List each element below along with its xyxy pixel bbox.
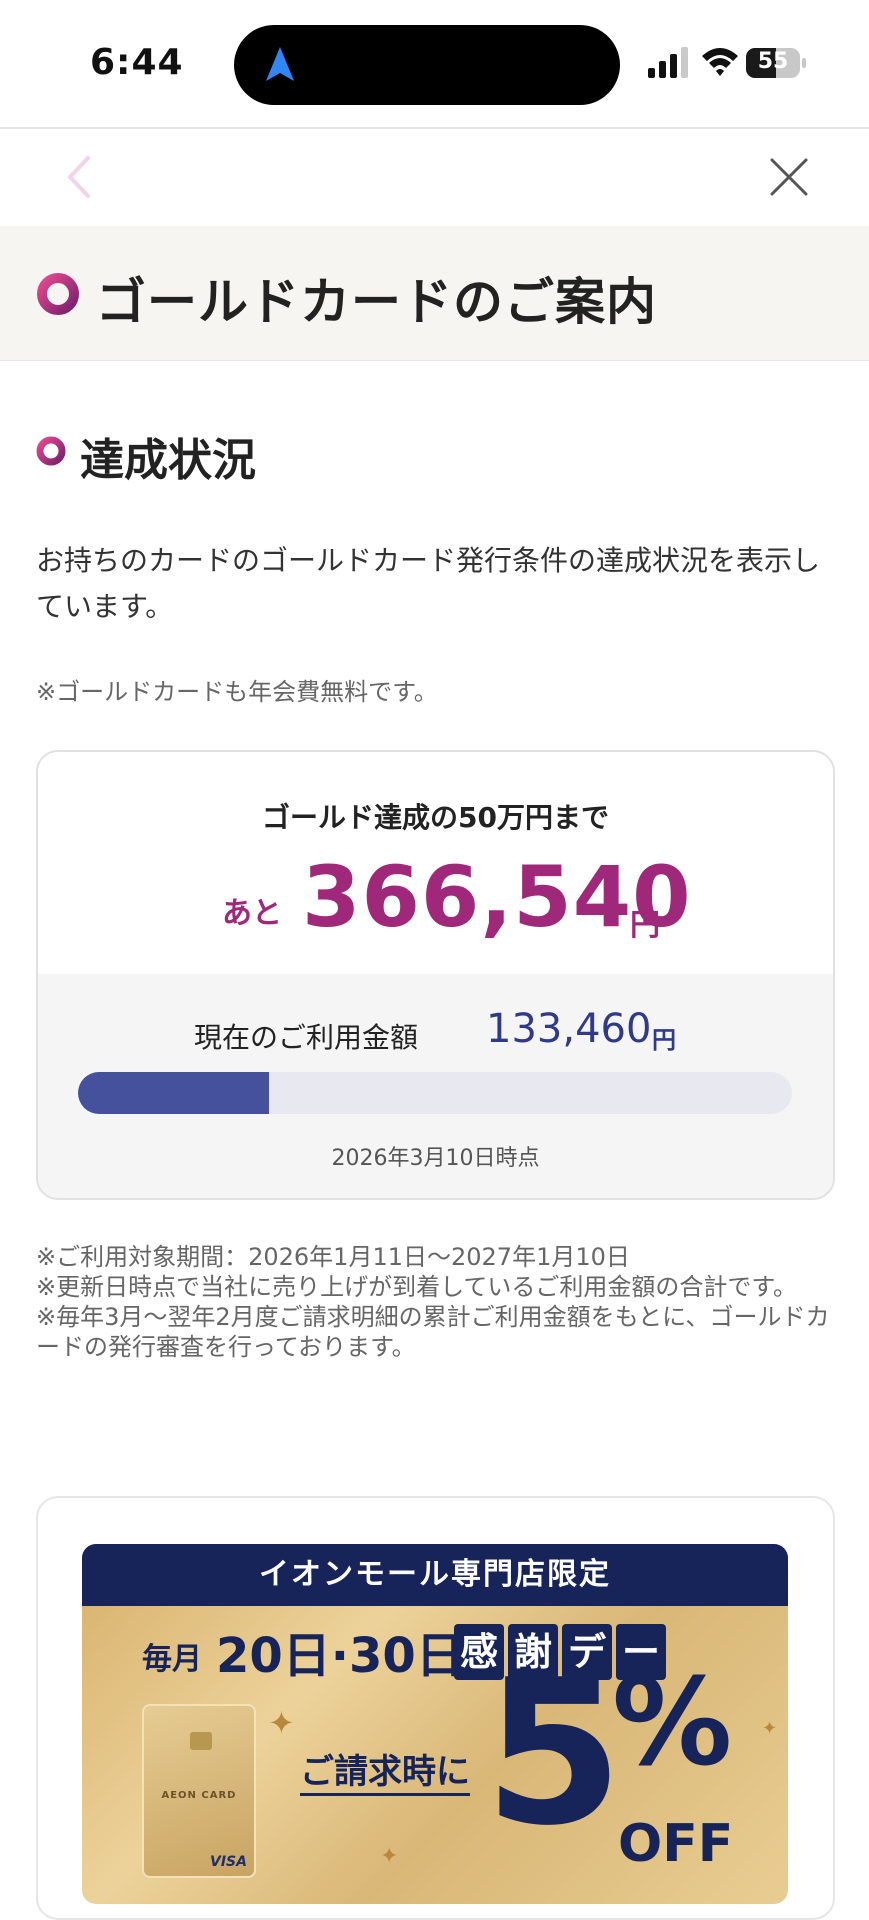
current-usage-amount: 133,460 <box>486 1006 652 1052</box>
battery-icon: 55 <box>746 48 806 78</box>
current-usage-label: 現在のご利用金額 <box>194 1021 419 1054</box>
card-network: VISA <box>210 1854 247 1870</box>
page-title: ゴールドカードのご案内 <box>96 273 657 331</box>
header-divider <box>0 127 869 129</box>
back-chevron-icon[interactable] <box>60 152 100 202</box>
status-bar: 6:44 55 <box>0 0 869 128</box>
footnotes: ※ご利用対象期間：2026年1月11日～2027年1月10日 ※更新日時点で当社… <box>36 1242 836 1362</box>
footnote-period: ※ご利用対象期間：2026年1月11日～2027年1月10日 <box>36 1243 630 1271</box>
navigation-arrow-icon <box>266 47 294 81</box>
promo-banner[interactable]: イオンモール専門店限定 毎月 20日·30日 感 謝 デ ー AEON CARD… <box>82 1544 788 1904</box>
promo-card[interactable]: イオンモール専門店限定 毎月 20日·30日 感 謝 デ ー AEON CARD… <box>36 1496 835 1920</box>
sparkle-icon: ✦ <box>762 1718 778 1739</box>
goal-label: ゴールド達成の50万円まで <box>262 801 609 834</box>
banner-percent: % <box>612 1654 733 1793</box>
current-usage-yen: 円 <box>652 1026 676 1054</box>
banner-discount-number: 5 <box>484 1637 624 1870</box>
sparkle-icon: ✦ <box>268 1704 295 1742</box>
footnote-update: ※更新日時点で当社に売り上げが到着しているご利用金額の合計です。 <box>36 1273 797 1301</box>
current-usage-panel: 現在のご利用金額 133,460 円 2026年3月10日時点 <box>38 974 833 1198</box>
remaining-prefix: あと <box>222 896 282 931</box>
aeon-card-image: AEON CARD VISA <box>142 1704 256 1878</box>
close-icon[interactable] <box>764 152 814 202</box>
annual-fee-note: ※ゴールドカードも年会費無料です。 <box>36 678 438 706</box>
progress-bar <box>78 1072 792 1114</box>
section-title: 達成状況 <box>80 435 256 486</box>
banner-dates: 20日·30日 <box>216 1628 464 1684</box>
section-description: お持ちのカードのゴールドカード発行条件の達成状況を表示しています。 <box>36 544 821 623</box>
banner-off: OFF <box>618 1814 734 1874</box>
banner-header: イオンモール専門店限定 <box>82 1544 788 1606</box>
cellular-signal-icon <box>648 47 688 78</box>
remaining-panel: ゴールド達成の50万円まで あと 366,540 円 <box>38 752 833 974</box>
sparkle-icon: ✦ <box>380 1844 399 1869</box>
dynamic-island <box>234 25 620 105</box>
progress-bar-fill <box>78 1072 269 1114</box>
remaining-yen: 円 <box>630 908 660 943</box>
card-brand: AEON CARD <box>161 1790 237 1801</box>
ring-bullet-icon <box>36 436 66 466</box>
as-of-date: 2026年3月10日時点 <box>331 1146 540 1171</box>
footnote-review: ※毎年3月～翌年2月度ご請求明細の累計ご利用金額をもとに、ゴールドカードの発行審… <box>36 1303 830 1361</box>
ring-bullet-icon <box>37 273 79 315</box>
status-time: 6:44 <box>90 42 184 83</box>
battery-percent: 55 <box>757 49 789 74</box>
wifi-icon <box>702 48 738 76</box>
progress-card: ゴールド達成の50万円まで あと 366,540 円 現在のご利用金額 133,… <box>36 750 835 1200</box>
banner-billing: ご請求時に <box>300 1744 470 1796</box>
banner-monthly: 毎月 <box>142 1642 202 1677</box>
